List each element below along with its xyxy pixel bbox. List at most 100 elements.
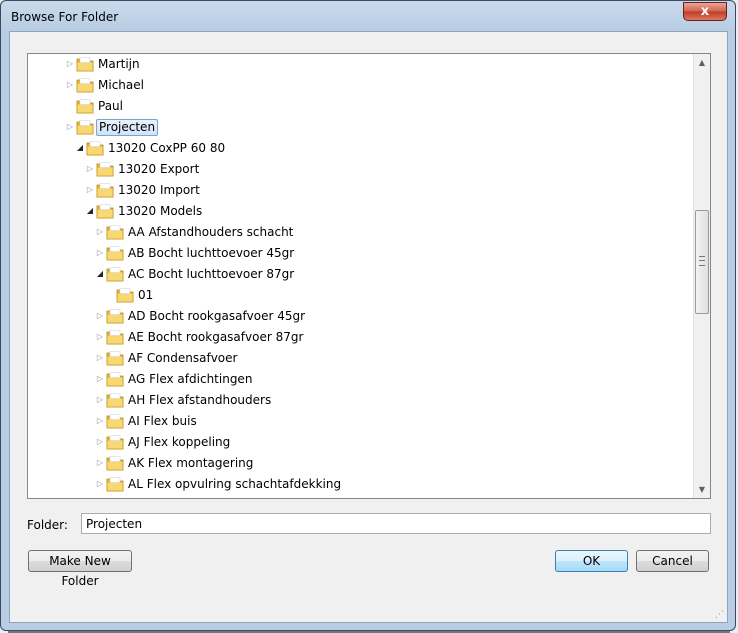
tree-item[interactable]: ▷ 13020 Export [28, 159, 688, 180]
expand-triangle-icon[interactable]: ▷ [86, 165, 94, 173]
tree-item[interactable]: ▷ Martijn [28, 54, 688, 75]
tree-item-label: AG Flex afdichtingen [128, 372, 253, 386]
folder-icon [96, 203, 114, 219]
folder-icon [106, 413, 124, 429]
expand-triangle-icon[interactable]: ▷ [96, 396, 104, 404]
folder-icon [116, 287, 134, 303]
folder-icon [76, 98, 94, 114]
tree-item[interactable]: ▷ AG Flex afdichtingen [28, 369, 688, 390]
folder-icon [106, 329, 124, 345]
tree-item[interactable]: ▷ AB Bocht luchttoevoer 45gr [28, 243, 688, 264]
scrollbar-thumb[interactable] [695, 210, 709, 314]
ok-button[interactable]: OK [555, 550, 628, 572]
tree-item[interactable]: ▷ AH Flex afstandhouders [28, 390, 688, 411]
folder-icon [106, 308, 124, 324]
tree-item[interactable]: Paul [28, 96, 688, 117]
folder-tree-items: ▷ Martijn ▷ Michael Paul ▷ Projecten ◢ 13020 Cox… [28, 54, 693, 498]
resize-grip-icon[interactable]: ⋰ [715, 610, 725, 620]
close-button[interactable]: x [683, 2, 727, 21]
folder-field-label: Folder: [27, 518, 68, 532]
tree-item-label: AK Flex montagering [128, 456, 254, 470]
scroll-up-arrow-icon[interactable]: ▲ [694, 54, 710, 71]
tree-item[interactable]: ▷ AK Flex montagering [28, 453, 688, 474]
tree-item-label: AC Bocht luchttoevoer 87gr [128, 267, 295, 281]
tree-item[interactable]: ▷ 13020 Import [28, 180, 688, 201]
folder-icon [106, 245, 124, 261]
tree-item[interactable]: ▷ AD Bocht rookgasafvoer 45gr [28, 306, 688, 327]
tree-item[interactable]: ▷ Projecten [28, 117, 688, 138]
tree-item[interactable]: ▷ AI Flex buis [28, 411, 688, 432]
tree-item[interactable]: ▷ AE Bocht rookgasafvoer 87gr [28, 327, 688, 348]
close-icon: x [700, 4, 710, 19]
expand-triangle-icon[interactable]: ▷ [96, 249, 104, 257]
scrollbar-grip-icon [699, 256, 705, 266]
collapse-triangle-icon[interactable]: ◢ [76, 144, 84, 152]
tree-item-label: 01 [138, 288, 154, 302]
cancel-button[interactable]: Cancel [636, 550, 709, 572]
expand-triangle-icon[interactable]: ▷ [96, 459, 104, 467]
tree-item[interactable]: 01 [28, 285, 688, 306]
folder-icon [106, 455, 124, 471]
tree-item-label: AL Flex opvulring schachtafdekking [128, 477, 342, 491]
tree-item-label: AB Bocht luchttoevoer 45gr [128, 246, 295, 260]
tree-item-label: AA Afstandhouders schacht [128, 225, 294, 239]
tree-item-label: AF Condensafvoer [128, 351, 238, 365]
expand-triangle-icon[interactable]: ▷ [96, 375, 104, 383]
folder-icon [76, 77, 94, 93]
tree-item[interactable]: ◢ AC Bocht luchttoevoer 87gr [28, 264, 688, 285]
tree-item[interactable]: ▷ AJ Flex koppeling [28, 432, 688, 453]
folder-icon [76, 119, 94, 135]
dialog-client-area: ▷ Martijn ▷ Michael Paul ▷ Projecten ◢ 13020 Cox… [9, 31, 728, 623]
tree-item-label: Martijn [98, 57, 140, 71]
tree-item-label: AJ Flex koppeling [128, 435, 231, 449]
tree-item-label: 13020 Export [118, 162, 200, 176]
vertical-scrollbar[interactable]: ▲ ▼ [693, 54, 710, 498]
tree-item-label: AD Bocht rookgasafvoer 45gr [128, 309, 306, 323]
folder-icon [76, 56, 94, 72]
expand-triangle-icon[interactable]: ▷ [96, 354, 104, 362]
expand-triangle-icon[interactable]: ▷ [96, 312, 104, 320]
expand-triangle-icon[interactable]: ▷ [86, 186, 94, 194]
tree-item-label: 13020 Import [118, 183, 200, 197]
folder-icon [96, 182, 114, 198]
folder-icon [96, 161, 114, 177]
scroll-down-arrow-icon[interactable]: ▼ [694, 481, 710, 498]
tree-item[interactable]: ▷ AA Afstandhouders schacht [28, 222, 688, 243]
tree-item-label: AH Flex afstandhouders [128, 393, 272, 407]
tree-item[interactable]: ▷ Michael [28, 75, 688, 96]
title-bar[interactable]: Browse For Folder x [1, 1, 735, 31]
tree-item[interactable]: ◢ 13020 CoxPP 60 80 [28, 138, 688, 159]
collapse-triangle-icon[interactable]: ◢ [86, 207, 94, 215]
tree-item-label: Paul [98, 99, 123, 113]
folder-icon [106, 266, 124, 282]
expand-triangle-icon[interactable]: ▷ [96, 417, 104, 425]
folder-icon [106, 371, 124, 387]
expand-triangle-icon[interactable]: ▷ [96, 480, 104, 488]
window-title: Browse For Folder [11, 10, 119, 24]
folder-icon [106, 434, 124, 450]
browse-for-folder-dialog: Browse For Folder x ▷ Martijn ▷ Michael Paul… [0, 0, 736, 631]
folder-icon [106, 350, 124, 366]
expand-triangle-icon[interactable]: ▷ [66, 81, 74, 89]
tree-item-label: Michael [98, 78, 144, 92]
folder-icon [86, 140, 104, 156]
folder-icon [106, 392, 124, 408]
folder-tree-view[interactable]: ▷ Martijn ▷ Michael Paul ▷ Projecten ◢ 13020 Cox… [27, 53, 711, 499]
folder-input[interactable] [81, 513, 711, 534]
tree-item[interactable]: ◢ 13020 Models [28, 201, 688, 222]
folder-icon [106, 476, 124, 492]
make-new-folder-button[interactable]: Make New Folder [28, 550, 132, 588]
expand-triangle-icon[interactable]: ▷ [66, 60, 74, 68]
folder-icon [106, 224, 124, 240]
tree-item-label: 13020 Models [118, 204, 203, 218]
tree-item[interactable]: ▷ AF Condensafvoer [28, 348, 688, 369]
expand-triangle-icon[interactable]: ▷ [96, 333, 104, 341]
collapse-triangle-icon[interactable]: ◢ [96, 270, 104, 278]
tree-item-label: AI Flex buis [128, 414, 197, 428]
expand-triangle-icon[interactable]: ▷ [96, 438, 104, 446]
expand-triangle-icon[interactable]: ▷ [66, 123, 74, 131]
tree-item-label: Projecten [96, 119, 159, 136]
tree-item[interactable]: ▷ AL Flex opvulring schachtafdekking [28, 474, 688, 495]
expand-triangle-icon[interactable]: ▷ [96, 228, 104, 236]
tree-item-label: 13020 CoxPP 60 80 [108, 141, 226, 155]
